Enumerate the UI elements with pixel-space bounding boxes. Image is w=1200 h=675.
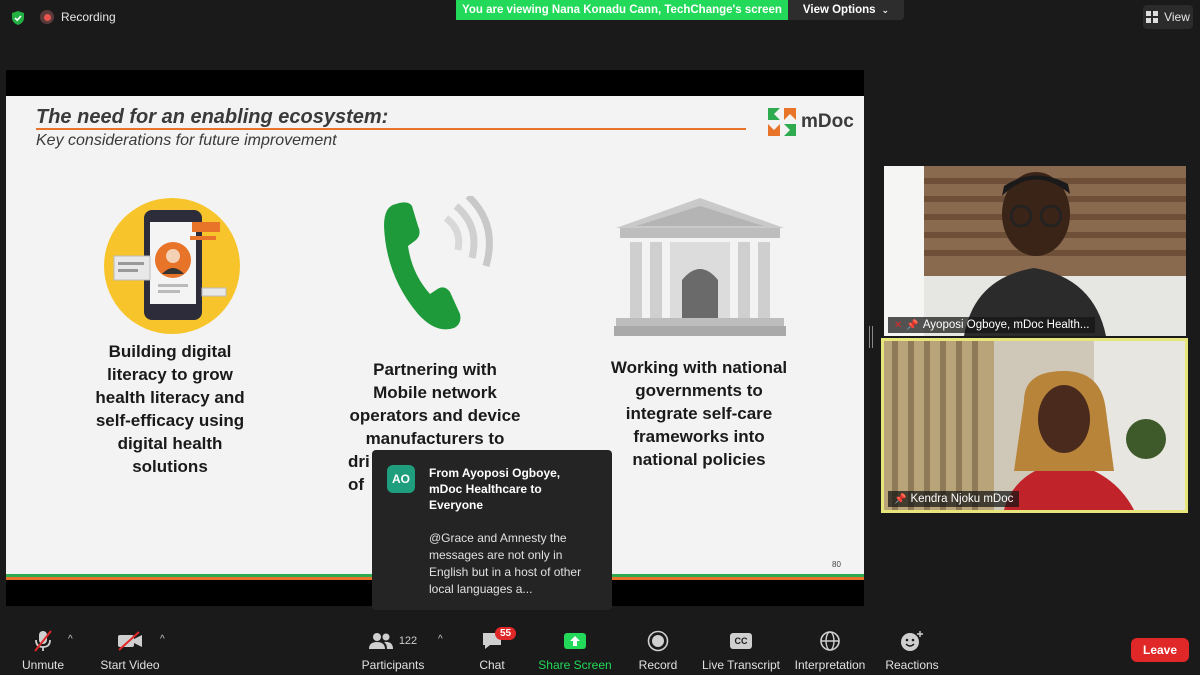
muted-microphone-icon: ✕ xyxy=(894,319,903,331)
text-line: digital health xyxy=(117,434,223,453)
participant-video-feed xyxy=(884,341,1185,510)
title-divider xyxy=(36,128,746,130)
government-building-illustration xyxy=(614,198,786,336)
slide-column-1-text: Building digital literacy to grow health… xyxy=(82,340,258,478)
video-options-caret[interactable]: ^ xyxy=(160,634,165,645)
text-line: health literacy and xyxy=(95,388,245,407)
security-shield-icon[interactable] xyxy=(10,10,26,26)
participant-video-feed xyxy=(884,166,1186,336)
mobile-handset-illustration xyxy=(384,196,493,330)
recording-icon xyxy=(40,10,54,24)
mdoc-logo: mDoc xyxy=(766,106,854,138)
record-button[interactable]: Record xyxy=(636,628,680,672)
view-button[interactable]: View xyxy=(1143,5,1193,29)
unmute-button[interactable]: Unmute xyxy=(18,628,68,672)
chat-notification-popup[interactable]: AO From Ayoposi Ogboye, mDoc Healthcare … xyxy=(372,450,612,610)
share-screen-button[interactable]: Share Screen xyxy=(538,628,612,672)
participant-name: Ayoposi Ogboye, mDoc Health... xyxy=(922,319,1090,331)
viewing-screen-banner: You are viewing Nana Konadu Cann, TechCh… xyxy=(456,0,788,20)
pin-icon: 📌 xyxy=(894,493,907,505)
text-line: mDoc Healthcare to xyxy=(429,482,542,496)
chat-label: Chat xyxy=(479,658,505,672)
digital-literacy-phone-illustration xyxy=(104,198,240,334)
mdoc-logo-text: mDoc xyxy=(801,111,854,132)
text-line: Mobile network xyxy=(373,383,497,402)
closed-captions-icon: CC xyxy=(730,633,752,649)
active-speaker-video-tile[interactable]: 📌 Kendra Njoku mDoc xyxy=(881,338,1188,513)
share-screen-icon xyxy=(564,633,586,649)
record-icon xyxy=(647,630,669,652)
text-line: messages are not only in xyxy=(429,548,563,562)
reactions-label: Reactions xyxy=(885,658,939,672)
reactions-button[interactable]: Reactions xyxy=(884,628,940,672)
live-transcript-button[interactable]: CC Live Transcript xyxy=(700,628,782,672)
mdoc-logo-mark-icon xyxy=(768,108,796,136)
record-label: Record xyxy=(638,658,678,672)
text-line: local languages a... xyxy=(429,582,533,596)
participants-options-caret[interactable]: ^ xyxy=(438,634,443,645)
recording-indicator[interactable]: Recording xyxy=(40,10,116,24)
text-line: Building digital xyxy=(108,342,232,361)
text-line: manufacturers to xyxy=(365,429,505,448)
slide-page-number: 80 xyxy=(832,560,841,569)
text-line: literacy to grow xyxy=(107,365,233,384)
text-line: operators and device xyxy=(349,406,521,425)
text-line: @Grace and Amnesty the xyxy=(429,531,567,545)
sender-avatar: AO xyxy=(387,465,415,493)
panel-resize-handle[interactable] xyxy=(869,326,873,348)
participant-name-tag: ✕ 📌 Ayoposi Ogboye, mDoc Health... xyxy=(888,317,1096,333)
interpretation-button[interactable]: Interpretation xyxy=(790,628,870,672)
audio-options-caret[interactable]: ^ xyxy=(68,634,73,645)
text-line: self-efficacy using xyxy=(95,411,245,430)
text-line: Partnering with xyxy=(373,360,497,379)
smiley-add-icon xyxy=(901,631,923,651)
leave-meeting-button[interactable]: Leave xyxy=(1131,638,1189,662)
view-options-label: View Options xyxy=(802,4,876,16)
live-transcript-label: Live Transcript xyxy=(701,658,781,672)
participant-count: 122 xyxy=(398,635,418,647)
participants-button[interactable]: 122 Participants xyxy=(360,628,426,672)
chat-message-preview: @Grace and Amnesty the messages are not … xyxy=(429,530,605,598)
text-line: national policies xyxy=(632,450,766,469)
slide-subtitle: Key considerations for future improvemen… xyxy=(36,132,337,149)
grid-icon xyxy=(1146,11,1159,23)
text-line: solutions xyxy=(132,457,208,476)
globe-icon xyxy=(820,631,840,651)
view-options-button[interactable]: View Options ⌄ xyxy=(788,0,904,20)
slide-column-3-text: Working with national governments to int… xyxy=(594,356,804,471)
video-off-icon xyxy=(118,631,142,651)
muted-microphone-icon xyxy=(34,630,52,652)
text-line: Everyone xyxy=(429,498,484,512)
recording-label: Recording xyxy=(61,10,116,24)
chevron-down-icon: ⌄ xyxy=(881,4,890,15)
text-line: Working with national xyxy=(610,358,788,377)
pin-icon: 📌 xyxy=(906,319,919,331)
participants-icon xyxy=(368,633,393,649)
participant-name: Kendra Njoku mDoc xyxy=(910,493,1014,505)
start-video-button[interactable]: Start Video xyxy=(96,628,164,672)
view-label: View xyxy=(1164,10,1190,24)
text-line: English but in a host of other xyxy=(429,565,582,579)
share-screen-label: Share Screen xyxy=(538,658,612,672)
unmute-label: Unmute xyxy=(21,658,65,672)
participant-video-tile[interactable]: ✕ 📌 Ayoposi Ogboye, mDoc Health... xyxy=(884,166,1186,336)
text-line: From Ayoposi Ogboye, xyxy=(429,466,561,480)
chat-sender-info: From Ayoposi Ogboye, mDoc Healthcare to … xyxy=(429,465,599,513)
chat-unread-badge: 55 xyxy=(495,627,517,640)
interpretation-label: Interpretation xyxy=(794,658,866,672)
text-line: integrate self-care xyxy=(625,404,773,423)
text-line: governments to xyxy=(635,381,763,400)
start-video-label: Start Video xyxy=(100,658,160,672)
participant-name-tag: 📌 Kendra Njoku mDoc xyxy=(888,491,1020,507)
slide-title: The need for an enabling ecosystem: xyxy=(36,106,389,128)
text-line: frameworks into xyxy=(633,427,765,446)
participants-label: Participants xyxy=(361,658,425,672)
